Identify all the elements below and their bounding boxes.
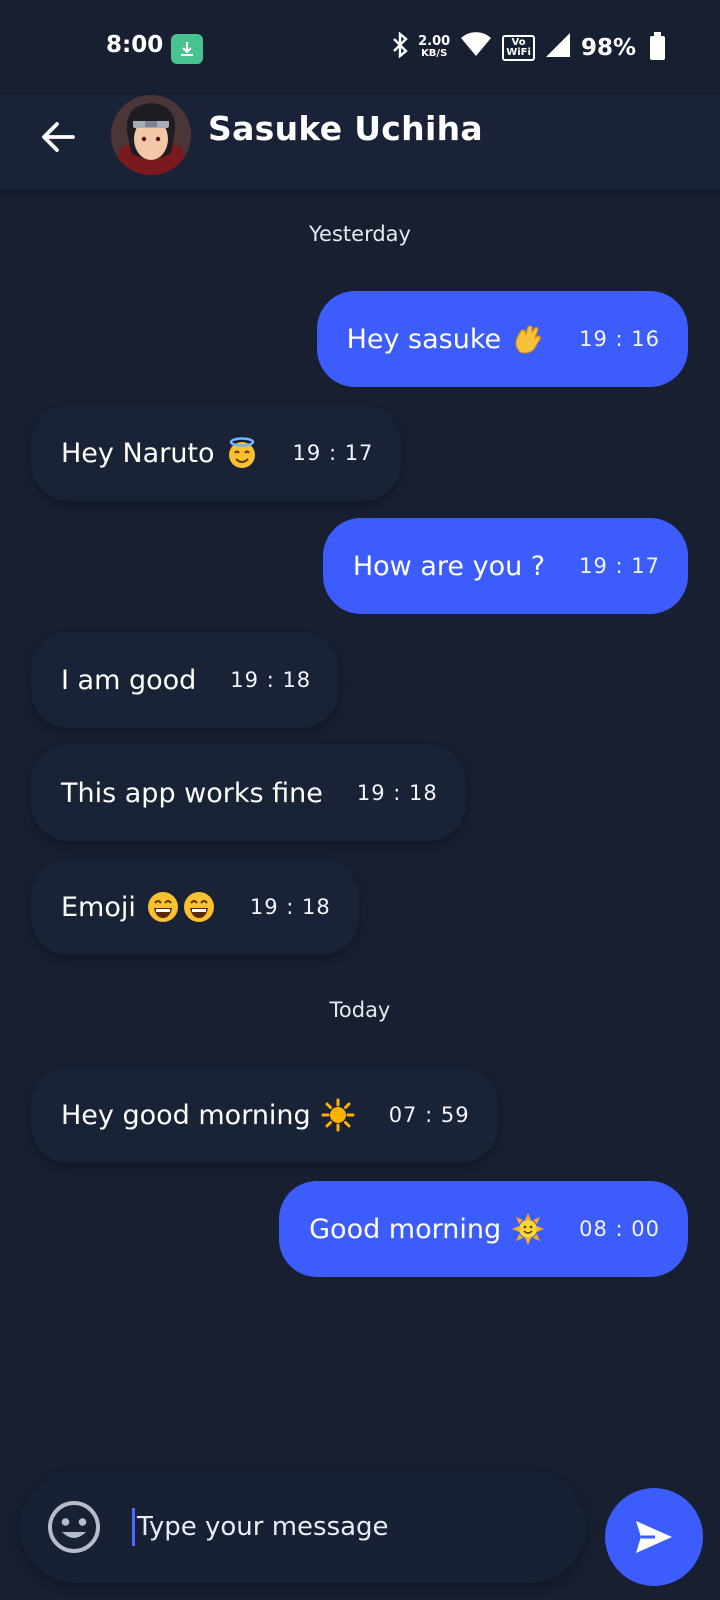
message-time: 08 : 00 (579, 1217, 660, 1241)
sun-with-face-icon (511, 1212, 545, 1246)
send-icon (636, 1521, 672, 1553)
smiley-icon (48, 1501, 100, 1553)
message-text: I am good (61, 664, 197, 696)
message-bubble-incoming[interactable]: I am good 19 : 18 (31, 632, 340, 728)
message-text: Hey sasuke (346, 323, 502, 355)
message-bubble-outgoing[interactable]: How are you ? 19 : 17 (322, 518, 688, 614)
back-button[interactable] (36, 115, 80, 159)
message-text: Good morning (309, 1213, 502, 1245)
grinning-face-icon (146, 890, 180, 924)
message-time: 19 : 18 (356, 781, 438, 805)
message-text: This app works fine (61, 777, 323, 809)
sun-icon (321, 1098, 355, 1132)
emoji-button[interactable] (46, 1499, 102, 1555)
status-bar: 8:00 2.00 KB/S Vo WiFi 98% (0, 0, 720, 95)
message-input-placeholder: Type your message (137, 1512, 389, 1542)
signal-icon (545, 32, 571, 64)
network-speed: 2.00 KB/S (418, 34, 451, 59)
send-button[interactable] (605, 1488, 703, 1586)
message-time: 19 : 17 (579, 554, 660, 578)
message-time: 07 : 59 (388, 1103, 470, 1127)
message-composer: Type your message (20, 1471, 586, 1583)
message-bubble-incoming[interactable]: This app works fine 19 : 18 (31, 745, 466, 841)
message-text: How are you ? (352, 550, 546, 582)
day-separator-yesterday: Yesterday (309, 222, 411, 246)
download-icon (171, 34, 203, 64)
message-time: 19 : 17 (292, 441, 374, 465)
status-time: 8:00 (106, 32, 164, 58)
vowifi-icon: Vo WiFi (502, 35, 535, 61)
text-caret (132, 1508, 135, 1546)
contact-name[interactable]: Sasuke Uchiha (208, 109, 483, 148)
status-icons: 2.00 KB/S Vo WiFi 98% (392, 30, 665, 66)
grinning-face-icon (182, 890, 216, 924)
message-text: Emoji (61, 891, 136, 923)
message-time: 19 : 18 (249, 895, 331, 919)
message-input[interactable]: Type your message (132, 1505, 552, 1549)
message-time: 19 : 18 (230, 668, 312, 692)
message-text: Hey Naruto (61, 437, 215, 469)
message-bubble-outgoing[interactable]: Hey sasuke 19 : 16 (316, 291, 688, 387)
message-bubble-incoming[interactable]: Emoji 19 : 18 (31, 859, 359, 955)
message-bubble-outgoing[interactable]: Good morning 08 : 00 (279, 1181, 688, 1277)
smiling-face-with-halo-icon (225, 436, 259, 470)
chat-header: Sasuke Uchiha (0, 95, 720, 190)
message-text: Hey good morning (61, 1099, 311, 1131)
contact-avatar[interactable] (111, 95, 191, 175)
day-separator-today: Today (329, 998, 391, 1022)
grinning-face-icons (146, 890, 216, 924)
waving-hand-icon (511, 322, 545, 356)
arrow-left-icon (42, 122, 75, 152)
battery-percentage: 98% (580, 35, 636, 61)
bluetooth-icon (392, 31, 408, 64)
message-bubble-incoming[interactable]: Hey good morning 07 : 59 (31, 1067, 498, 1163)
wifi-icon (460, 32, 492, 64)
message-bubble-incoming[interactable]: Hey Naruto 19 : 17 (31, 405, 402, 501)
battery-icon (650, 32, 665, 60)
message-time: 19 : 16 (579, 327, 660, 351)
